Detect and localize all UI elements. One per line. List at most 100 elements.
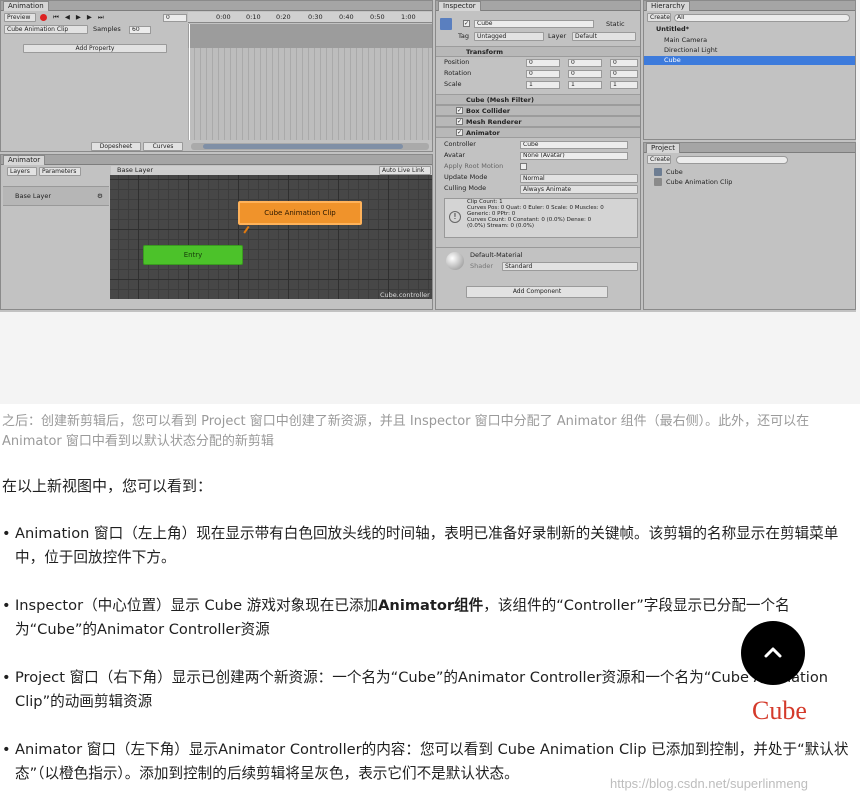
project-window: Project Create Cube Cube Animation Clip: [643, 142, 856, 310]
shader-dropdown[interactable]: Standard: [502, 262, 638, 271]
time-tick: 0:20: [276, 13, 291, 21]
inspector-window: Inspector ✓ Cube Static Tag Untagged Lay…: [435, 0, 641, 310]
hierarchy-item[interactable]: Main Camera: [664, 36, 707, 44]
material-sphere-icon: [446, 252, 464, 270]
controller-field[interactable]: Cube: [520, 141, 628, 149]
mesh-renderer-header[interactable]: ✓ Mesh Renderer: [436, 116, 640, 127]
transform-title: Transform: [466, 48, 504, 56]
apply-root-motion-checkbox[interactable]: [520, 163, 527, 170]
box-collider-header[interactable]: ✓ Box Collider: [436, 105, 640, 116]
apply-root-motion-label: Apply Root Motion: [444, 162, 504, 170]
list-item: • Animation 窗口（左上角）现在显示带有白色回放头线的时间轴，表明已准…: [0, 522, 850, 570]
timeline-ruler: 0:00 0:10 0:20 0:30 0:40 0:50 1:00: [188, 12, 432, 23]
tab-inspector[interactable]: Inspector: [438, 1, 481, 11]
animator-component-header[interactable]: ✓ Animator: [436, 127, 640, 138]
animation-window: Animation Preview ⏮◀▶▶⏭ 0 Cube Animation…: [0, 0, 433, 152]
animator-graph[interactable]: Cube Animation Clip Entry Cube.controlle…: [110, 175, 432, 299]
tab-animation[interactable]: Animation: [3, 1, 49, 11]
tab-curves[interactable]: Curves: [143, 142, 183, 151]
material-row[interactable]: Default-Material Shader Standard: [436, 247, 640, 275]
intro-paragraph: 在以上新视图中，您可以看到：: [2, 477, 213, 495]
tab-parameters[interactable]: Parameters: [39, 167, 81, 176]
cube-icon: [440, 18, 452, 30]
hierarchy-create-button[interactable]: Create: [647, 13, 671, 22]
time-tick: 0:40: [339, 13, 354, 21]
add-component-button[interactable]: Add Component: [466, 286, 608, 298]
rotation-label: Rotation: [444, 69, 472, 77]
chevron-up-icon: [764, 647, 782, 658]
tab-layers[interactable]: Layers: [7, 167, 37, 176]
layer-row[interactable]: Base Layer ⚙: [3, 186, 109, 206]
list-item: • Inspector（中心位置）显示 Cube 游戏对象现在已添加Animat…: [2, 597, 790, 638]
material-name: Default-Material: [470, 251, 523, 259]
hierarchy-item[interactable]: Directional Light: [664, 46, 717, 54]
project-create-button[interactable]: Create: [647, 155, 671, 164]
time-tick: 0:10: [246, 13, 261, 21]
samples-field[interactable]: 60: [129, 26, 151, 34]
scroll-to-top-button[interactable]: [741, 621, 805, 685]
clip-dropdown[interactable]: Cube Animation Clip: [4, 25, 88, 34]
clip-asset-icon: [654, 178, 662, 186]
breadcrumb-item[interactable]: Base Layer: [117, 166, 153, 174]
rotation-z[interactable]: 0: [610, 70, 638, 78]
static-toggle[interactable]: Static: [606, 20, 625, 28]
list-item-text: Project 窗口（右下角）显示已创建两个新资源：一个名为“Cube”的Ani…: [15, 669, 828, 710]
culling-mode-label: Culling Mode: [444, 184, 487, 192]
position-z[interactable]: 0: [610, 59, 638, 67]
layer-name: Base Layer: [15, 192, 52, 200]
mesh-filter-header[interactable]: Cube (Mesh Filter): [436, 94, 640, 105]
playback-controls[interactable]: ⏮◀▶▶⏭: [53, 13, 110, 21]
scale-z[interactable]: 1: [610, 81, 638, 89]
project-search[interactable]: [676, 156, 788, 164]
scale-label: Scale: [444, 80, 462, 88]
scale-x[interactable]: 1: [526, 81, 560, 89]
project-item[interactable]: Cube: [666, 168, 683, 176]
gear-icon[interactable]: ⚙: [97, 192, 103, 200]
transform-header[interactable]: Transform: [436, 46, 640, 57]
position-x[interactable]: 0: [526, 59, 560, 67]
rotation-y[interactable]: 0: [568, 70, 602, 78]
time-tick: 0:30: [308, 13, 323, 21]
scale-y[interactable]: 1: [568, 81, 602, 89]
update-mode-dropdown[interactable]: Normal: [520, 174, 638, 183]
preview-button[interactable]: Preview: [4, 13, 36, 22]
hierarchy-window: Hierarchy Create All Untitled* Main Came…: [643, 0, 856, 140]
hierarchy-search[interactable]: All: [674, 14, 850, 22]
tag-dropdown[interactable]: Untagged: [474, 32, 544, 41]
avatar-field[interactable]: None (Avatar): [520, 152, 628, 160]
screenshot-area: Animation Preview ⏮◀▶▶⏭ 0 Cube Animation…: [0, 0, 860, 404]
time-tick: 1:00: [401, 13, 416, 21]
culling-mode-dropdown[interactable]: Always Animate: [520, 185, 638, 194]
hierarchy-item: Cube: [664, 56, 681, 64]
horizontal-scrollbar[interactable]: [191, 143, 429, 150]
position-y[interactable]: 0: [568, 59, 602, 67]
record-icon[interactable]: [40, 14, 47, 21]
frame-field[interactable]: 0: [163, 14, 187, 22]
unity-editor: Animation Preview ⏮◀▶▶⏭ 0 Cube Animation…: [0, 0, 856, 312]
object-name-field[interactable]: Cube: [474, 20, 594, 28]
timeline-area[interactable]: [188, 24, 432, 140]
tab-dopesheet[interactable]: Dopesheet: [91, 142, 141, 151]
time-tick: 0:00: [216, 13, 231, 21]
project-item[interactable]: Cube Animation Clip: [666, 178, 732, 186]
active-checkbox[interactable]: ✓: [463, 20, 470, 27]
list-item-text: Animation 窗口（左上角）现在显示带有白色回放头线的时间轴，表明已准备好…: [15, 525, 839, 566]
hierarchy-selected-row[interactable]: Cube: [644, 56, 855, 65]
tab-hierarchy[interactable]: Hierarchy: [646, 1, 690, 11]
scene-name[interactable]: Untitled*: [656, 25, 689, 33]
tab-project[interactable]: Project: [646, 143, 680, 153]
tab-animator[interactable]: Animator: [3, 155, 46, 165]
state-default-orange[interactable]: Cube Animation Clip: [238, 201, 362, 225]
add-property-button[interactable]: Add Property: [23, 44, 167, 53]
state-entry[interactable]: Entry: [143, 245, 243, 265]
controller-label: Controller: [444, 140, 476, 148]
animator-properties: Controller Cube Avatar None (Avatar) App…: [436, 140, 640, 196]
avatar-label: Avatar: [444, 151, 466, 159]
cube-floating-label: Cube: [752, 696, 807, 725]
playhead-line[interactable]: [189, 24, 190, 140]
auto-live-link-button[interactable]: Auto Live Link: [379, 166, 431, 175]
position-label: Position: [444, 58, 470, 66]
layer-dropdown[interactable]: Default: [572, 32, 636, 41]
clip-info-box: ! Clip Count: 1 Curves Pos: 0 Quat: 0 Eu…: [444, 198, 638, 238]
rotation-x[interactable]: 0: [526, 70, 560, 78]
